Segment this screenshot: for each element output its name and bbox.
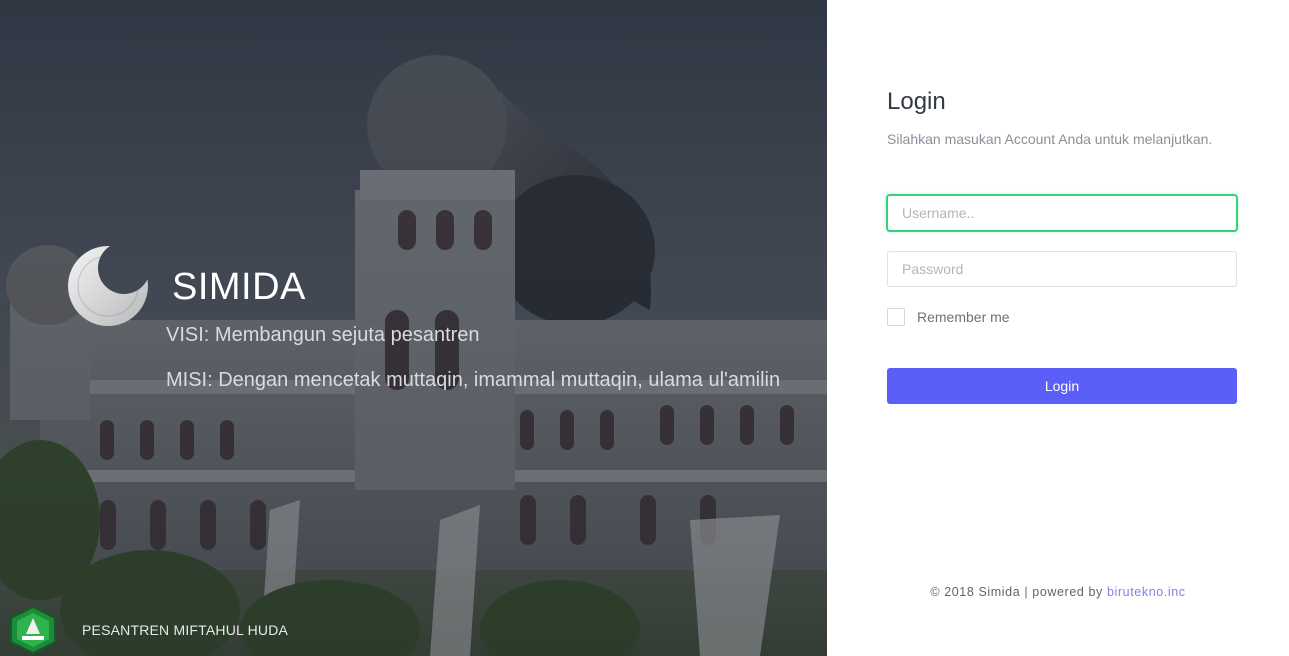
crescent-moon-logo-icon (68, 246, 148, 326)
powered-by-link[interactable]: birutekno.inc (1107, 585, 1186, 599)
remember-me-checkbox[interactable] (887, 308, 905, 326)
remember-me[interactable]: Remember me (887, 308, 1010, 326)
institution-name: PESANTREN MIFTAHUL HUDA (82, 622, 289, 638)
hero-panel: SIMIDA VISI: Membangun sejuta pesantren … (0, 0, 827, 656)
copyright-text: © 2018 Simida | powered by (930, 585, 1107, 599)
institution-emblem-icon (10, 606, 56, 654)
brand-title: SIMIDA (172, 266, 306, 308)
copyright-footer: © 2018 Simida | powered by birutekno.inc (827, 585, 1289, 599)
visi-text: VISI: Membangun sejuta pesantren (166, 324, 480, 346)
login-button[interactable]: Login (887, 368, 1237, 404)
login-subtitle: Silahkan masukan Account Anda untuk mela… (887, 131, 1213, 147)
login-page: SIMIDA VISI: Membangun sejuta pesantren … (0, 0, 1289, 656)
login-title: Login (887, 88, 946, 115)
password-input[interactable] (887, 251, 1237, 287)
login-panel: Login Silahkan masukan Account Anda untu… (827, 0, 1289, 656)
institution-footer: PESANTREN MIFTAHUL HUDA (8, 606, 288, 654)
username-input[interactable] (887, 195, 1237, 231)
remember-me-label: Remember me (917, 309, 1010, 325)
misi-text: MISI: Dengan mencetak muttaqin, imammal … (166, 369, 781, 391)
